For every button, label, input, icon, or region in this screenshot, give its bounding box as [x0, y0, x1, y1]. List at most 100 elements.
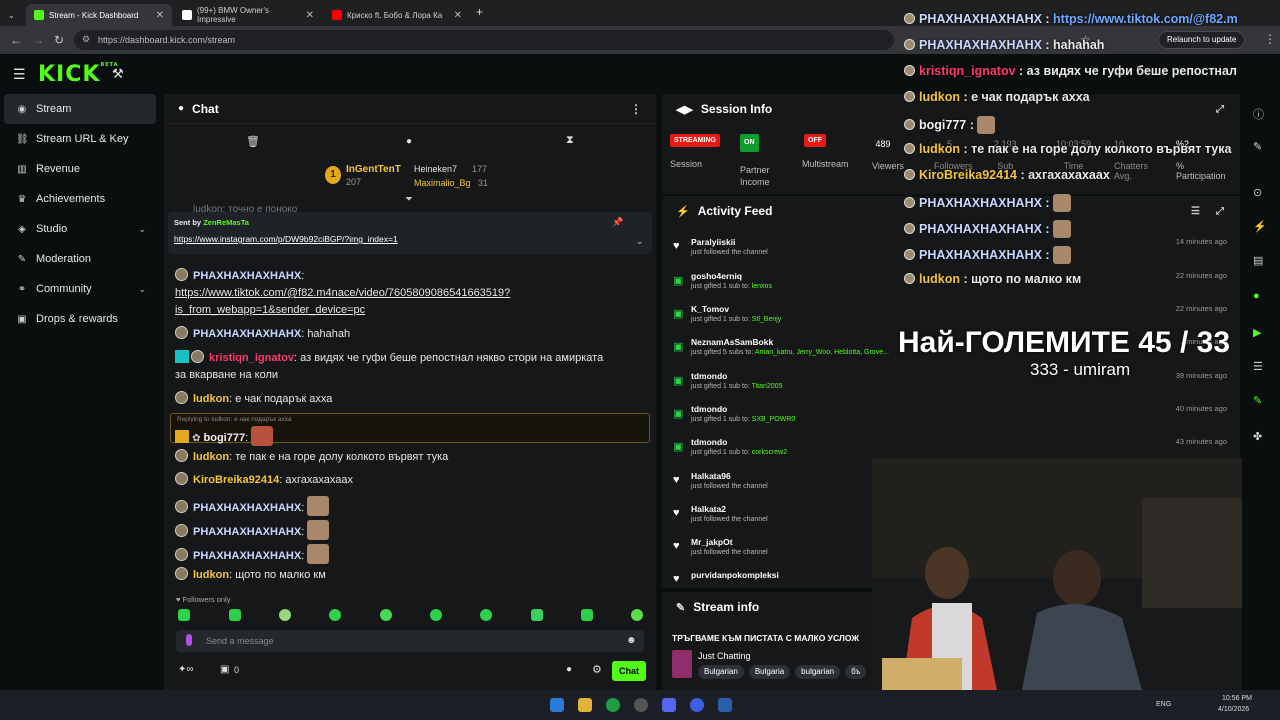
- share-icon[interactable]: ✤: [1253, 430, 1262, 443]
- obs-icon[interactable]: [634, 698, 648, 712]
- windows-start-icon[interactable]: [550, 698, 564, 712]
- trash-icon[interactable]: 🗑: [246, 135, 260, 148]
- lightning-icon[interactable]: ⚡: [1253, 220, 1267, 233]
- sidebar-item-moderation[interactable]: ✎ Moderation: [0, 244, 160, 274]
- chat-username[interactable]: ludkon: [193, 451, 229, 463]
- activity-username[interactable]: tdmondo: [691, 437, 727, 447]
- gift-icon[interactable]: ▣: [220, 664, 229, 675]
- mic-icon[interactable]: [186, 634, 192, 646]
- activity-username[interactable]: NeznamAsSamBokk: [691, 337, 773, 347]
- app-icon[interactable]: [718, 698, 732, 712]
- discord-icon[interactable]: [662, 698, 676, 712]
- activity-username[interactable]: gosho4erniq: [691, 271, 742, 281]
- category-name[interactable]: Just Chatting: [698, 651, 751, 661]
- tag[interactable]: бъ: [845, 665, 867, 679]
- gift-recipients[interactable]: Titan2005: [752, 383, 783, 390]
- site-info-icon[interactable]: ⚙: [82, 34, 90, 45]
- chevron-down-icon[interactable]: ⌄: [636, 236, 644, 247]
- clock-time[interactable]: 10:56 PM: [1222, 695, 1252, 702]
- tab-list-button[interactable]: ⌄: [0, 4, 24, 26]
- pinned-link[interactable]: https://www.instagram.com/p/DW9b92ciBGP/…: [174, 234, 398, 244]
- sidebar-item-revenue[interactable]: ▥ Revenue: [0, 154, 160, 184]
- list-icon[interactable]: ☰: [1253, 360, 1263, 373]
- language-indicator[interactable]: ENG: [1156, 701, 1171, 708]
- file-explorer-icon[interactable]: [578, 698, 592, 712]
- popout-icon[interactable]: ⤢: [1216, 206, 1224, 217]
- activity-username[interactable]: Halkata96: [691, 471, 731, 481]
- sidebar-item-achievements[interactable]: ♛ Achievements: [0, 184, 160, 214]
- edit-icon[interactable]: ✎: [1253, 140, 1262, 153]
- emote[interactable]: [581, 609, 593, 621]
- chat-username[interactable]: РНАХНАХНАХНАНХ: [193, 502, 301, 514]
- emote[interactable]: [531, 609, 543, 621]
- activity-username[interactable]: Paralyiiskii: [691, 237, 735, 247]
- close-tab-icon[interactable]: ✕: [306, 10, 314, 21]
- tab-youtube[interactable]: Криско ft. Бобо & Лора Ка ✕: [324, 4, 470, 26]
- sidebar-item-community[interactable]: ⚭ Community ⌄: [0, 274, 160, 304]
- hourglass-icon[interactable]: ⧗: [566, 134, 574, 147]
- browser-menu-icon[interactable]: ⋮: [1264, 32, 1276, 46]
- emote[interactable]: [279, 609, 291, 621]
- close-tab-icon[interactable]: ✕: [454, 10, 462, 21]
- gift-recipients[interactable]: Aman_katru, Jerry_Woo, Heblotta, Grove..…: [755, 349, 889, 356]
- address-bar[interactable]: ⚙ https://dashboard.kick.com/stream: [74, 30, 894, 50]
- pin-icon[interactable]: 📌: [612, 217, 623, 228]
- back-icon[interactable]: ←: [10, 33, 22, 47]
- emote[interactable]: [229, 609, 241, 621]
- info-icon[interactable]: ⓘ: [1253, 106, 1264, 122]
- activity-username[interactable]: K_Tomov: [691, 304, 729, 314]
- chrome-icon[interactable]: [606, 698, 620, 712]
- emote[interactable]: [329, 609, 341, 621]
- gift-recipients[interactable]: Stl_Benjy: [752, 316, 782, 323]
- chat-link[interactable]: https://www.tiktok.com/@f82.m4nace/video…: [175, 287, 510, 299]
- emote[interactable]: [178, 609, 190, 621]
- infinity-icon[interactable]: ✦∞: [178, 664, 194, 675]
- gift-recipients[interactable]: corkscrew2: [752, 449, 787, 456]
- activity-username[interactable]: Halkata2: [691, 504, 726, 514]
- chat-username[interactable]: РНАХНАХНАХНАНХ: [193, 526, 301, 538]
- activity-username[interactable]: Mr_jakpOt: [691, 537, 733, 547]
- activity-username[interactable]: tdmondo: [691, 404, 727, 414]
- activity-username[interactable]: tdmondo: [691, 371, 727, 381]
- send-chat-button[interactable]: Chat: [612, 661, 646, 681]
- reload-icon[interactable]: ↻: [54, 33, 64, 47]
- chat-username[interactable]: ludkon: [193, 393, 229, 405]
- target-icon[interactable]: ⊙: [1253, 186, 1262, 199]
- chat-username[interactable]: bogi777: [204, 432, 246, 444]
- hamburger-menu-icon[interactable]: ☰: [13, 66, 26, 83]
- chat-username[interactable]: KiroBreika92414: [193, 474, 279, 486]
- sidebar-item-stream[interactable]: ◉ Stream: [4, 94, 156, 124]
- emote[interactable]: [480, 609, 492, 621]
- hammer-icon[interactable]: ⚒: [112, 66, 124, 82]
- chat-icon[interactable]: ●: [1253, 290, 1260, 302]
- tab-kick-dashboard[interactable]: Stream - Kick Dashboard ✕: [26, 4, 172, 26]
- popout-icon[interactable]: ⤢: [1216, 104, 1224, 115]
- reply-context[interactable]: Replying to ludkon: е чак подарък ахха: [177, 416, 292, 423]
- gift-recipients[interactable]: SXB_POWR0: [752, 416, 796, 423]
- chat-bubble-icon[interactable]: ●: [406, 136, 412, 147]
- relaunch-button[interactable]: Relaunch to update: [1158, 31, 1246, 49]
- forward-icon[interactable]: →: [32, 33, 44, 47]
- tab-bmw[interactable]: (99+) BMW Owner's Impressive ✕: [174, 4, 322, 26]
- kick-logo[interactable]: KICKBETA: [38, 62, 119, 87]
- emoji-icon[interactable]: ☻: [626, 635, 637, 646]
- messenger-icon[interactable]: [690, 698, 704, 712]
- tag[interactable]: Bulgarian: [698, 665, 744, 679]
- emote[interactable]: [380, 609, 392, 621]
- chat-username[interactable]: kristiqn_ignatov: [209, 352, 294, 364]
- chat-input[interactable]: Send a message ☻: [176, 630, 644, 652]
- tag[interactable]: bulgarian: [795, 665, 841, 679]
- tag[interactable]: Bulgaria: [748, 665, 791, 679]
- filter-icon[interactable]: ☰: [1191, 206, 1200, 217]
- activity-username[interactable]: purvidanpokompleksi: [691, 570, 779, 580]
- clock-date[interactable]: 4/10/2026: [1218, 706, 1249, 713]
- collapse-arrow-icon[interactable]: ⏷: [405, 194, 413, 205]
- chat-username[interactable]: ludkon: [193, 569, 229, 581]
- chat-username[interactable]: РНАХНАХНАХНАНХ: [193, 270, 301, 282]
- pinned-message[interactable]: Sent by ZenReMasTa 📌 https://www.instagr…: [168, 212, 652, 254]
- sidebar-item-drops[interactable]: ▣ Drops & rewards: [0, 304, 160, 334]
- chat-menu-icon[interactable]: ⋮: [630, 102, 642, 116]
- sidebar-item-stream-url[interactable]: ⛓ Stream URL & Key: [0, 124, 160, 154]
- chat-username[interactable]: РНАХНАХНАХНАНХ: [193, 550, 301, 562]
- close-tab-icon[interactable]: ✕: [156, 10, 164, 21]
